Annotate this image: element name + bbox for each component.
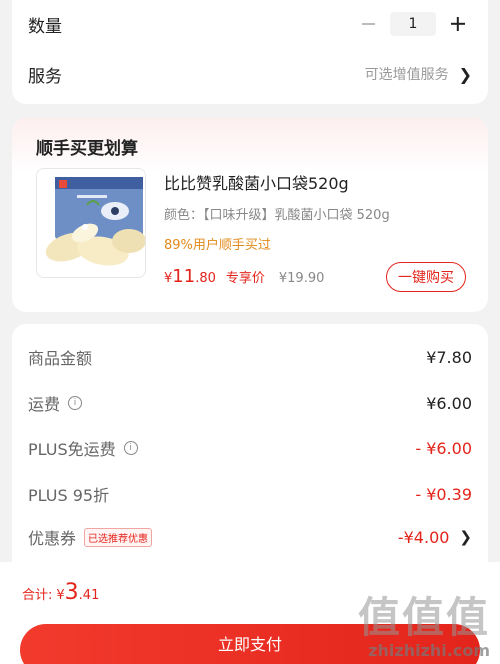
summary-row-subtotal: 商品金额 ¥7.80 — [28, 344, 472, 370]
watermark-logo: 值值值 — [357, 593, 490, 642]
service-selector[interactable]: 可选增值服务 ❯ — [365, 64, 472, 84]
service-option-text: 可选增值服务 — [364, 67, 449, 83]
watermark-url: zhizhizhi.com — [368, 641, 490, 660]
product-image — [37, 169, 145, 277]
service-label: 服务 — [28, 66, 62, 87]
checkout-bar: 合计: ¥ 3 .41 立即支付 值值值 zhizhizhi.com — [0, 562, 500, 664]
original-price: ¥19.90 — [278, 271, 325, 286]
product-spec: 颜色：【口味升级】乳酸菌小口袋 520g — [164, 208, 390, 223]
service-row[interactable]: 服务 可选增值服务 ❯ — [28, 60, 472, 88]
info-icon[interactable]: i — [123, 441, 138, 455]
summary-row-plus-discount: PLUS 95折 - ¥0.39 — [28, 481, 472, 507]
total-decimal: .41 — [78, 588, 100, 603]
plus-discount-label: PLUS 95折 — [28, 486, 110, 505]
plus-free-shipping-value: - ¥6.00 — [415, 438, 472, 458]
quantity-label: 数量 — [28, 16, 62, 37]
quantity-row: 数量 1 — [28, 10, 472, 38]
minus-icon[interactable] — [354, 10, 382, 38]
summary-row-coupon[interactable]: 优惠券 已选推荐优惠 -¥4.00 ❯ — [28, 524, 472, 550]
total-currency: ¥ — [56, 588, 65, 603]
order-total: 合计: ¥ 3 .41 — [22, 580, 99, 605]
subtotal-label: 商品金额 — [28, 349, 93, 368]
coupon-label: 优惠券 — [28, 529, 77, 548]
quantity-stepper: 1 — [354, 10, 472, 38]
chevron-right-icon: ❯ — [458, 64, 472, 84]
price-tag: 专享价 — [225, 271, 265, 286]
product-name[interactable]: 比比赞乳酸菌小口袋520g — [164, 170, 349, 194]
plus-discount-value: - ¥0.39 — [415, 484, 472, 504]
bundle-card: 顺手买更划算 比比赞乳酸菌小口袋520g 颜色：【口味升级】乳酸菌小口袋 520… — [12, 118, 488, 312]
price-summary-card: 商品金额 ¥7.80 运费 i ¥6.00 PLUS免运费 i - ¥6.00 … — [12, 324, 488, 574]
summary-row-plus-free-shipping: PLUS免运费 i - ¥6.00 — [28, 435, 472, 461]
price-currency: ¥ — [164, 271, 173, 286]
watermark: 值值值 zhizhizhi.com — [357, 593, 490, 661]
total-integer: 3 — [64, 580, 79, 605]
one-click-buy-button[interactable]: 一键购买 — [386, 262, 466, 292]
price-decimal: .80 — [195, 271, 216, 286]
purchase-hint: 89%用户顺手买过 — [164, 238, 271, 253]
coupon-badge: 已选推荐优惠 — [84, 527, 153, 547]
shipping-value: ¥6.00 — [426, 393, 472, 413]
bundle-title: 顺手买更划算 — [36, 139, 138, 159]
price-integer: 11 — [172, 266, 196, 287]
info-icon[interactable]: i — [68, 396, 83, 410]
price-line: ¥ 11 .80 专享价 ¥19.90 — [164, 266, 324, 287]
total-label: 合计: — [22, 588, 53, 603]
shipping-label: 运费 — [28, 395, 61, 414]
summary-row-shipping: 运费 i ¥6.00 — [28, 390, 472, 416]
subtotal-value: ¥7.80 — [426, 347, 472, 367]
plus-free-shipping-label: PLUS免运费 — [28, 440, 116, 459]
product-thumbnail[interactable] — [36, 168, 146, 278]
chevron-right-icon[interactable]: ❯ — [459, 528, 472, 546]
quantity-input[interactable]: 1 — [390, 12, 436, 36]
coupon-value: -¥4.00 — [397, 527, 450, 547]
order-options-card: 数量 1 服务 可选增值服务 ❯ — [12, 0, 488, 104]
plus-icon[interactable] — [444, 10, 472, 38]
